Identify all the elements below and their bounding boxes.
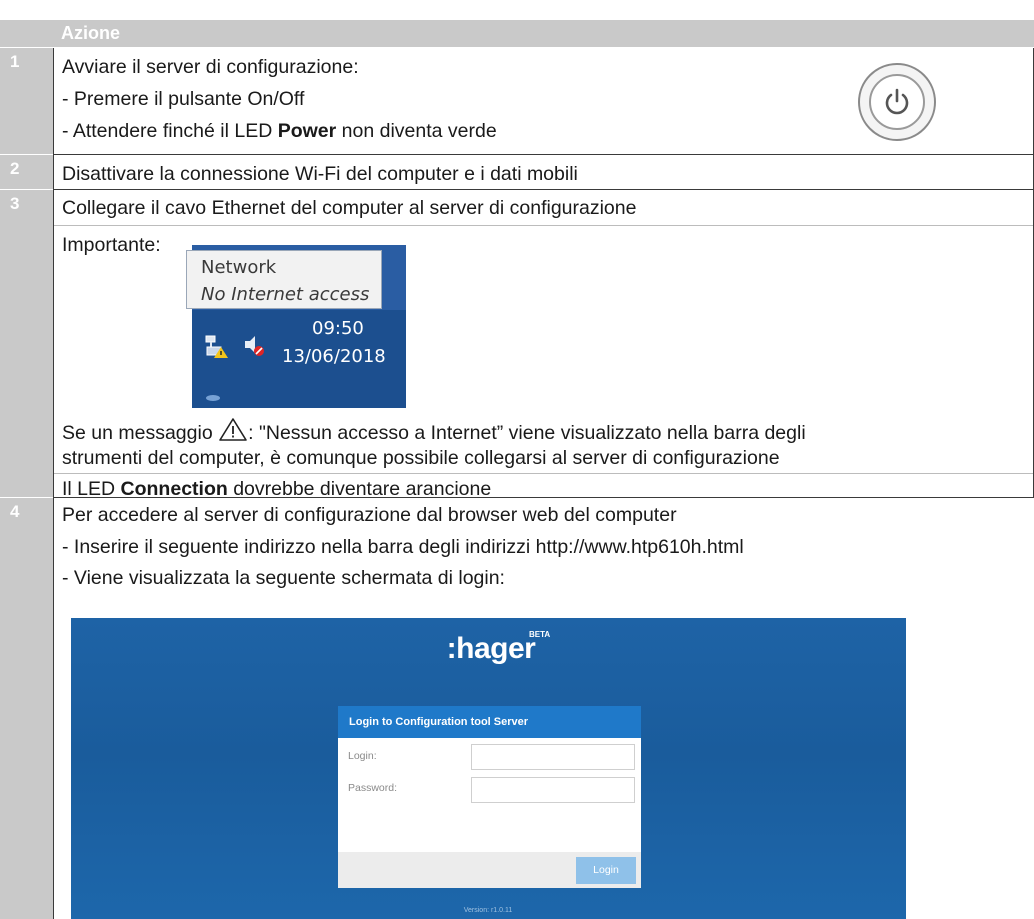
step3-message-line2: strumenti del computer, è comunque possi… [62, 447, 780, 469]
login-card: Login to Configuration tool Server Login… [338, 706, 641, 888]
beta-badge: BETA [529, 630, 551, 639]
step-number-4: 4 [0, 498, 53, 919]
step1-line3: - Attendere finché il LED Power non dive… [62, 120, 497, 142]
login-button[interactable]: Login [576, 857, 636, 884]
tray-time: 09:50 [312, 318, 364, 339]
power-button-illustration [858, 63, 936, 141]
hager-login-screenshot: :hager BETA Login to Configuration tool … [71, 618, 906, 919]
power-button-inner [869, 74, 925, 130]
step4-line2: - Inserire il seguente indirizzo nella b… [62, 536, 744, 558]
login-label: Login: [348, 750, 377, 762]
step-number-1: 1 [0, 48, 53, 154]
column-divider [53, 48, 54, 919]
step3-line1: Collegare il cavo Ethernet del computer … [62, 197, 637, 219]
header-title: Azione [61, 23, 121, 43]
taskbar-tray: 09:50 13/06/2018 [192, 310, 406, 408]
login-card-header: Login to Configuration tool Server [338, 706, 641, 738]
power-icon [885, 88, 909, 115]
row-divider [53, 497, 1034, 498]
step3-important-label: Importante: [62, 234, 161, 256]
version-text: Version: r1.0.11 [463, 907, 513, 914]
network-popup: Network No Internet access [186, 250, 382, 309]
step1-line2: - Premere il pulsante On/Off [62, 88, 305, 110]
network-warning-icon [205, 335, 228, 358]
password-label: Password: [348, 782, 398, 794]
speaker-muted-icon [245, 336, 264, 356]
power-led-label: Power [277, 120, 337, 142]
password-input[interactable] [471, 777, 635, 803]
row-divider [53, 154, 1034, 155]
login-card-footer: Login [338, 852, 641, 888]
login-input[interactable] [471, 744, 635, 770]
header-number-cell [0, 20, 53, 47]
row-divider [53, 189, 1034, 190]
step-number-3: 3 [0, 190, 53, 497]
network-popup-title: Network [201, 257, 277, 278]
step-number-2: 2 [0, 155, 53, 189]
login-card-title: Login to Configuration tool Server [349, 716, 529, 728]
network-popup-status: No Internet access [201, 284, 370, 305]
step4-line3: - Viene visualizzata la seguente scherma… [62, 567, 505, 589]
step1-line1: Avviare il server di configurazione: [62, 56, 359, 78]
warning-icon [219, 418, 247, 441]
header-bottom-line [0, 47, 1034, 48]
tray-glow [206, 395, 220, 401]
row-subdivider [53, 225, 1034, 226]
tray-date: 13/06/2018 [282, 346, 386, 367]
header-action-cell: Azione [53, 20, 1034, 47]
step4-line1: Per accedere al server di configurazione… [62, 504, 677, 526]
step2-line1: Disattivare la connessione Wi-Fi del com… [62, 163, 578, 185]
